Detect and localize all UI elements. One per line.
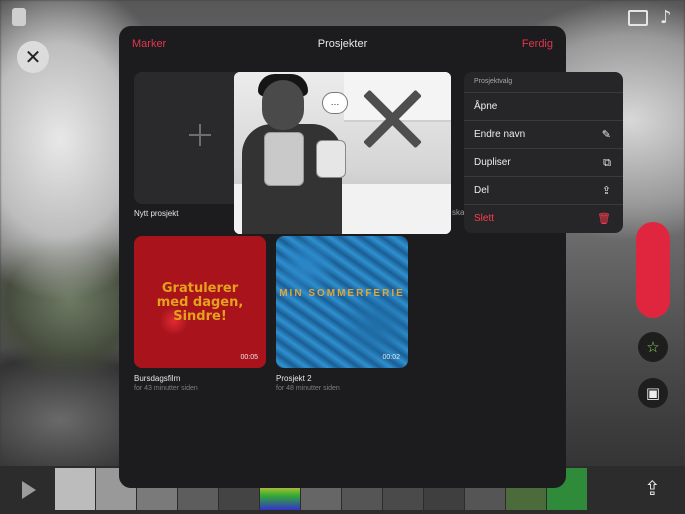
preview-sticker-robot [316, 140, 346, 178]
project-subtitle: for 43 minutter siden [134, 385, 198, 392]
timeline-clip[interactable] [55, 468, 95, 510]
new-project-label: Nytt prosjekt [134, 209, 179, 218]
modal-title: Prosjekter [317, 38, 368, 50]
project-duration: 00:05 [240, 354, 258, 361]
project-card[interactable]: Gratulerer med dagen, Sindre! 00:05 [134, 236, 266, 368]
partial-project-label: ska [452, 208, 465, 217]
menu-item-label: Åpne [474, 101, 498, 112]
project-duration: 00:02 [382, 354, 400, 361]
photo-library-icon[interactable]: ▣ [638, 378, 668, 408]
menu-item-label: Del [474, 185, 490, 196]
effects-star-icon[interactable]: ☆ [638, 332, 668, 362]
project-title: Prosjekt 2 [276, 374, 312, 383]
plus-icon [189, 124, 211, 146]
edit-icon: ✎ [601, 128, 611, 141]
project-thumb-text: MIN SOMMERFERIE [279, 288, 405, 299]
export-share-icon[interactable]: ⇪ [644, 476, 661, 500]
menu-item-open[interactable]: Åpne [464, 93, 623, 121]
close-button[interactable]: ✕ [17, 41, 49, 73]
project-title: Bursdagsfilm [134, 374, 181, 383]
trash-icon: 🗑 [597, 212, 611, 225]
project-card[interactable]: MIN SOMMERFERIE 00:02 [276, 236, 408, 368]
preview-person-head [262, 80, 304, 130]
x-sticker-icon [360, 86, 424, 150]
share-icon: ⇪ [601, 184, 611, 197]
menu-title: Prosjektvalg [464, 72, 623, 93]
preview-jar [264, 132, 304, 186]
menu-item-label: Endre navn [474, 129, 526, 140]
project-options-menu: Prosjektvalg Åpne Endre navn ✎ Dupliser … [464, 72, 623, 233]
done-button[interactable]: Ferdig [522, 38, 553, 50]
speech-bubble-icon: … [322, 92, 348, 114]
project-thumb-text: Gratulerer med dagen, Sindre! [156, 281, 244, 324]
project-subtitle: for 48 minutter siden [276, 385, 340, 392]
menu-item-share[interactable]: Del ⇪ [464, 177, 623, 205]
menu-item-label: Slett [474, 213, 495, 224]
menu-item-rename[interactable]: Endre navn ✎ [464, 121, 623, 149]
record-button[interactable] [636, 222, 670, 318]
menu-item-duplicate[interactable]: Dupliser ⧉ [464, 149, 623, 177]
menu-item-label: Dupliser [474, 157, 511, 168]
music-note-icon[interactable]: ♪ [660, 7, 672, 28]
project-preview: … [234, 72, 451, 234]
play-icon[interactable] [22, 481, 36, 499]
menu-item-delete[interactable]: Slett 🗑 [464, 205, 623, 232]
layout-icon[interactable] [628, 10, 648, 26]
duplicate-icon: ⧉ [603, 156, 611, 169]
document-icon[interactable] [12, 8, 26, 26]
